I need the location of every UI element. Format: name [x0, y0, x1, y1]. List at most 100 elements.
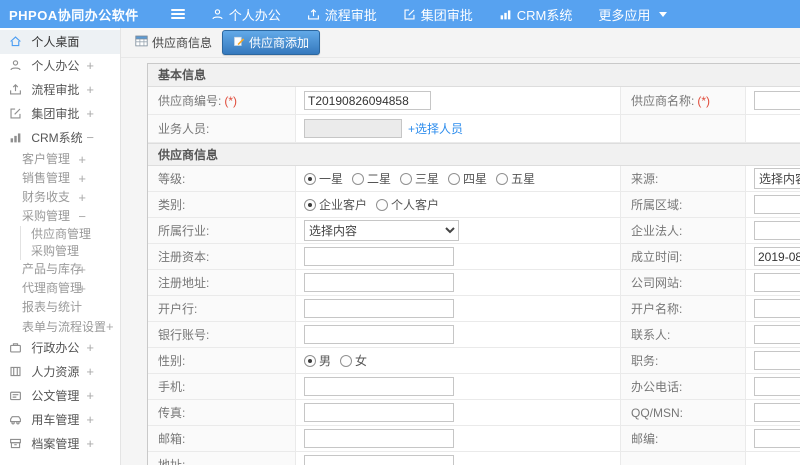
gender-radio[interactable] — [340, 354, 353, 367]
grade-option[interactable]: 二星 — [352, 170, 391, 187]
zip-input[interactable] — [754, 429, 800, 448]
expand-toggle[interactable]: + — [78, 150, 86, 169]
nav-crm-system[interactable]: CRM系统 — [499, 5, 572, 24]
nav-more-apps[interactable]: 更多应用 — [598, 5, 668, 24]
gender-radio[interactable] — [304, 354, 316, 367]
expand-toggle[interactable]: + — [78, 260, 86, 279]
collapse-toggle[interactable]: − — [78, 207, 86, 226]
sidebar-item-form-flow-settings[interactable]: 表单与流程设置+ — [0, 317, 120, 336]
sidebar-item-crm-system[interactable]: CRM系统 − — [0, 126, 120, 150]
collapse-toggle[interactable]: − — [86, 126, 94, 150]
sidebar-item-finance[interactable]: 财务收支 + — [0, 188, 120, 207]
office-phone-input[interactable] — [754, 377, 800, 396]
category-radio-group: 企业客户 个人客户 — [304, 196, 448, 213]
sidebar-item-document-mgmt[interactable]: 公文管理 + — [0, 384, 120, 408]
select-person-link[interactable]: +选择人员 — [408, 120, 463, 137]
email-input[interactable] — [304, 429, 454, 448]
sidebar-item-purchasing[interactable]: 采购管理 — [20, 243, 120, 260]
expand-toggle[interactable]: + — [86, 54, 94, 78]
website-input[interactable] — [754, 273, 800, 292]
nav-group-approval[interactable]: 集团审批 — [403, 5, 473, 24]
category-option[interactable]: 个人客户 — [376, 196, 439, 213]
sidebar-item-sales-mgmt[interactable]: 销售管理 + — [0, 169, 120, 188]
registered-address-input[interactable] — [304, 273, 454, 292]
field-cell — [746, 296, 800, 321]
field-cell — [746, 218, 800, 243]
upload-icon — [9, 83, 22, 99]
sidebar-item-archive-mgmt[interactable]: 档案管理 + — [0, 432, 120, 456]
grade-option[interactable]: 三星 — [400, 170, 439, 187]
expand-toggle[interactable]: + — [86, 78, 94, 102]
field-label: 来源: — [621, 166, 746, 191]
supplier-code-input[interactable] — [304, 91, 431, 110]
document-icon — [9, 391, 22, 405]
sidebar: 个人桌面 个人办公 + 流程审批 + 集团审批 + CRM系统 − 客户管理 +… — [0, 28, 121, 465]
field-label: 企业法人: — [621, 218, 746, 243]
sidebar-item-product-inventory[interactable]: 产品与库存 + — [0, 260, 120, 279]
sidebar-item-personal-desktop[interactable]: 个人桌面 — [0, 30, 120, 54]
qq-msn-input[interactable] — [754, 403, 800, 422]
nav-personal-office[interactable]: 个人办公 — [211, 5, 281, 24]
category-radio[interactable] — [304, 198, 316, 211]
nav-workflow-approval[interactable]: 流程审批 — [307, 5, 377, 24]
sidebar-item-admin-office[interactable]: 行政办公 + — [0, 336, 120, 360]
expand-toggle[interactable]: + — [106, 319, 114, 334]
sidebar-item-agent-mgmt[interactable]: 代理商管理 + — [0, 279, 120, 298]
expand-toggle[interactable]: + — [78, 169, 86, 188]
category-option[interactable]: 企业客户 — [304, 196, 367, 213]
gender-option[interactable]: 男 — [304, 352, 331, 369]
expand-toggle[interactable]: + — [86, 384, 94, 408]
tab-supplier-add[interactable]: 供应商添加 — [222, 30, 321, 55]
bank-input[interactable] — [304, 299, 454, 318]
industry-select[interactable]: 选择内容 — [304, 220, 459, 241]
address-input[interactable] — [304, 455, 454, 465]
upload-icon — [307, 8, 320, 21]
established-date-input[interactable] — [754, 247, 800, 266]
expand-toggle[interactable]: + — [86, 408, 94, 432]
sidebar-item-customer-mgmt[interactable]: 客户管理 + — [0, 150, 120, 169]
contact-input[interactable] — [754, 325, 800, 344]
sidebar-item-personal-office[interactable]: 个人办公 + — [0, 54, 120, 78]
mobile-input[interactable] — [304, 377, 454, 396]
grade-radio[interactable] — [352, 172, 365, 185]
sidebar-item-group-approval[interactable]: 集团审批 + — [0, 102, 120, 126]
supplier-name-input[interactable] — [754, 91, 800, 110]
grade-option[interactable]: 四星 — [448, 170, 487, 187]
grade-radio[interactable] — [448, 172, 461, 185]
expand-toggle[interactable]: + — [86, 360, 94, 384]
field-label: 邮编: — [621, 426, 746, 451]
sidebar-item-workflow-approval[interactable]: 流程审批 + — [0, 78, 120, 102]
grade-option[interactable]: 一星 — [304, 170, 343, 187]
field-cell — [746, 244, 800, 269]
tab-supplier-info[interactable]: 供应商信息 — [135, 34, 212, 51]
registered-capital-input[interactable] — [304, 247, 454, 266]
bank-account-input[interactable] — [304, 325, 454, 344]
expand-toggle[interactable]: + — [78, 188, 86, 207]
region-input[interactable] — [754, 195, 800, 214]
sidebar-item-human-resources[interactable]: 人力资源 + — [0, 360, 120, 384]
sidebar-item-purchase-mgmt[interactable]: 采购管理 − — [0, 207, 120, 226]
business-person-input[interactable] — [304, 119, 402, 138]
menu-toggle-icon[interactable] — [170, 9, 185, 19]
legal-person-input[interactable] — [754, 221, 800, 240]
sidebar-item-vehicle-mgmt[interactable]: 用车管理 + — [0, 408, 120, 432]
grade-radio[interactable] — [496, 172, 509, 185]
main-content: 供应商信息 供应商添加 基本信息 供应商编号: (*) 供应商名称: (*) — [121, 28, 800, 465]
account-name-input[interactable] — [754, 299, 800, 318]
category-radio[interactable] — [376, 198, 389, 211]
grade-radio[interactable] — [304, 172, 316, 185]
expand-toggle[interactable]: + — [86, 432, 94, 456]
expand-toggle[interactable]: + — [86, 102, 94, 126]
position-input[interactable] — [754, 351, 800, 370]
field-cell — [746, 374, 800, 399]
sidebar-item-reports-stats[interactable]: 报表与统计 — [0, 298, 120, 317]
grade-option[interactable]: 五星 — [496, 170, 535, 187]
source-select[interactable]: 选择内容 — [754, 168, 800, 189]
form-row: 开户行: 开户名称: — [148, 296, 800, 322]
grade-radio[interactable] — [400, 172, 413, 185]
expand-toggle[interactable]: + — [78, 279, 86, 298]
expand-toggle[interactable]: + — [86, 336, 94, 360]
gender-option[interactable]: 女 — [340, 352, 367, 369]
fax-input[interactable] — [304, 403, 454, 422]
sidebar-item-supplier-mgmt[interactable]: 供应商管理 — [20, 226, 120, 243]
